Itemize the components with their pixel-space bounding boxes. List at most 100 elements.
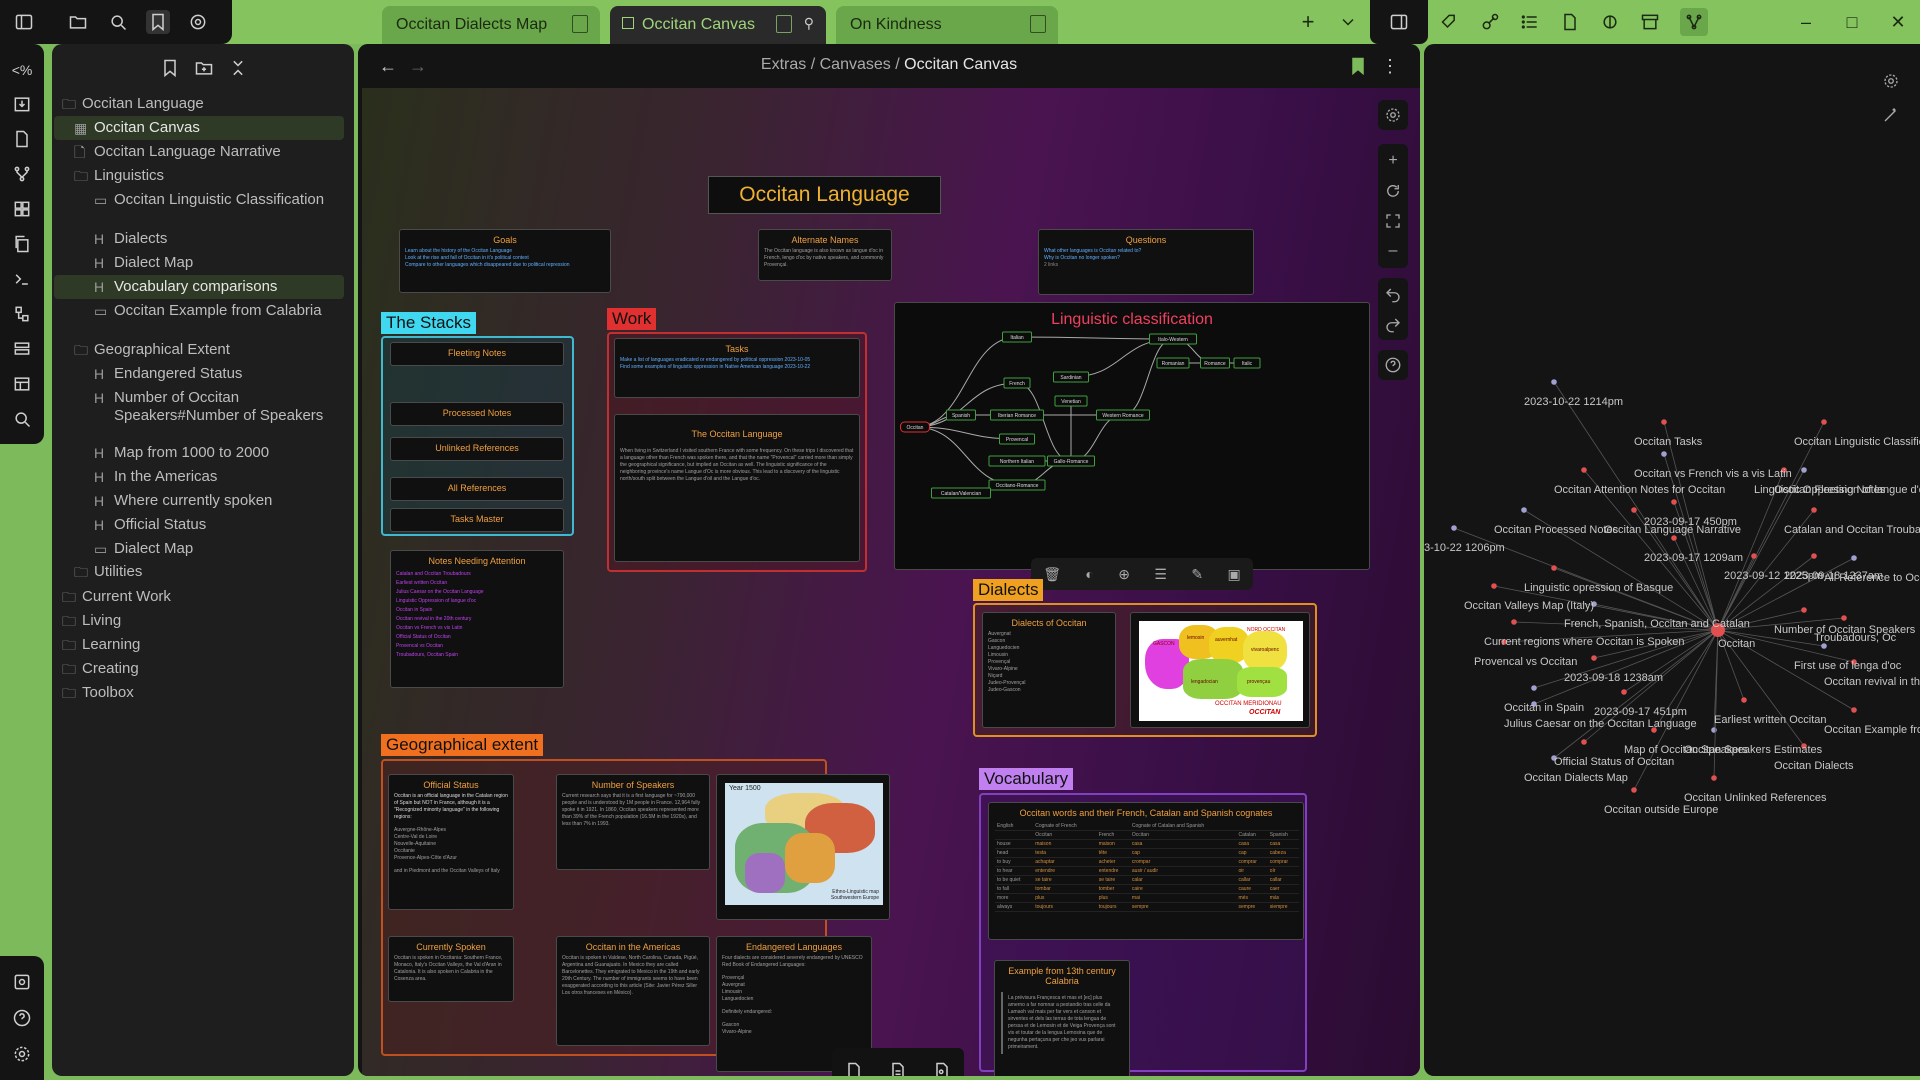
outgoing-links-icon[interactable]	[1598, 10, 1622, 34]
more-options-icon[interactable]: ⋮	[1378, 54, 1402, 78]
geographical-extent-group-label[interactable]: Geographical extent	[381, 734, 543, 756]
graph-node[interactable]	[1551, 565, 1557, 571]
graph-node-label[interactable]: Occitan	[1718, 638, 1755, 650]
tasks-card[interactable]: Tasks Make a list of languages eradicate…	[614, 338, 860, 398]
dialect-map-card[interactable]: GASCON lemosin auvernhat NORD OCCITAN vi…	[1130, 612, 1310, 728]
graph-node[interactable]	[1671, 535, 1677, 541]
git-icon[interactable]	[10, 162, 34, 186]
graph-node-label[interactable]: Provencal vs Occitan	[1474, 656, 1577, 668]
graph-node-label[interactable]: Catalan and Occitan Troubad	[1784, 524, 1920, 536]
graph-node-label[interactable]: Occitan Example from Calab	[1824, 724, 1920, 736]
graph-node[interactable]	[1661, 419, 1667, 425]
sidebar-item[interactable]: 🗀Geographical Extent	[54, 338, 344, 362]
canvas-title-card[interactable]: Occitan Language	[708, 176, 941, 214]
graph-node[interactable]	[1711, 727, 1717, 733]
graph-node[interactable]	[1801, 467, 1807, 473]
graph-node[interactable]	[1631, 787, 1637, 793]
graph-node[interactable]	[1851, 707, 1857, 713]
bookmark-icon[interactable]	[146, 10, 170, 34]
graph-node-label[interactable]: Current regions where Occitan is Spoken	[1484, 636, 1685, 648]
search-icon[interactable]	[10, 407, 34, 431]
graph-node[interactable]	[1841, 615, 1847, 621]
graph-node-label[interactable]: French, Spanish, Occitan and Catalan	[1564, 618, 1750, 630]
graph-node[interactable]	[1671, 499, 1677, 505]
sidebar-item[interactable]: 🗀Toolbox	[54, 681, 344, 705]
attention-item[interactable]: Earliest written Occitan	[396, 580, 558, 587]
graph-node[interactable]	[1741, 697, 1747, 703]
folder-icon[interactable]	[66, 10, 90, 34]
graph-node[interactable]	[1511, 619, 1517, 625]
graph-node[interactable]	[1821, 643, 1827, 649]
tab-on-kindness[interactable]: On Kindness	[836, 6, 1058, 44]
graph-node-label[interactable]: Occitan outside Europe	[1604, 804, 1718, 816]
code-icon[interactable]: <%	[10, 58, 34, 82]
graph-node-label[interactable]: Occitan Speakers Estimates	[1684, 744, 1822, 756]
graph-node-label[interactable]: Occitan Valleys Map (Italy)	[1464, 600, 1594, 612]
graph-node[interactable]	[1821, 419, 1827, 425]
breadcrumb-current[interactable]: Occitan Canvas	[904, 56, 1017, 73]
image-icon[interactable]: ▣	[1228, 566, 1241, 583]
graph-node-label[interactable]: Occitan vs French vis a vis Latin	[1634, 468, 1792, 480]
sidebar-item[interactable]: ▭Dialect Map	[54, 537, 344, 561]
edit-icon[interactable]: ✎	[1191, 566, 1203, 583]
sidebar-item[interactable]: HEndangered Status	[54, 362, 344, 386]
graph-animate-icon[interactable]	[1876, 100, 1906, 130]
graph-node-label[interactable]: 3-10-22 1206pm	[1424, 542, 1505, 554]
table-icon[interactable]	[10, 372, 34, 396]
zoom-in-icon[interactable]: +	[1378, 146, 1408, 176]
stack-card[interactable]: Unlinked References	[390, 437, 564, 461]
tab-occitan-canvas[interactable]: Occitan Canvas ⚲	[610, 6, 826, 44]
new-tab-icon[interactable]: +	[1296, 10, 1320, 34]
graph-node[interactable]	[1581, 467, 1587, 473]
graph-node-label[interactable]: Occitan in Spain	[1504, 702, 1584, 714]
graph-node-label[interactable]: Occitan revival in the 20th	[1824, 676, 1920, 688]
historical-map-card[interactable]: Year 1500 Ethno-Linguistic map Southwest…	[716, 774, 890, 920]
graph-node[interactable]	[1531, 685, 1537, 691]
sidebar-item[interactable]: HDialects	[54, 227, 344, 251]
graph-node[interactable]	[1521, 507, 1527, 513]
work-group-label[interactable]: Work	[607, 308, 656, 330]
maximize-icon[interactable]: □	[1840, 10, 1864, 34]
sidebar-item[interactable]: HNumber of Occitan Speakers#Number of Sp…	[54, 386, 344, 428]
graph-node-label[interactable]: 2023-09-18 1238am	[1564, 672, 1663, 684]
graph-node-label[interactable]: Earliest written Occitan	[1714, 714, 1826, 726]
sidebar-toggle-icon[interactable]	[12, 10, 36, 34]
questions-card[interactable]: Questions What other languages is Occita…	[1038, 229, 1254, 295]
attention-item[interactable]: Occitan revival in the 20th century	[396, 616, 558, 623]
attention-item[interactable]: Provencal vs Occitan	[396, 643, 558, 650]
search-icon[interactable]	[106, 10, 130, 34]
right-sidebar-toggle-icon[interactable]	[1387, 10, 1411, 34]
file-icon[interactable]	[1558, 10, 1582, 34]
bookmark-icon[interactable]	[1346, 54, 1370, 78]
sidebar-item[interactable]: 🗀Creating	[54, 657, 344, 681]
graph-node-label[interactable]: First use of lenga d'oc	[1794, 660, 1901, 672]
graph-icon[interactable]	[186, 10, 210, 34]
minimize-icon[interactable]: –	[1794, 10, 1818, 34]
sidebar-item[interactable]: 🗋Occitan Language Narrative	[54, 140, 344, 164]
attention-item[interactable]: Julius Caesar on the Occitan Language	[396, 589, 558, 596]
attention-item[interactable]: Occitan in Spain	[396, 607, 558, 614]
dialects-list-card[interactable]: Dialects of Occitan AuvergnatGasconLangu…	[982, 612, 1116, 728]
graph-node-label[interactable]: Troubadours, Oc	[1814, 632, 1896, 644]
stack-card[interactable]: Processed Notes	[390, 402, 564, 426]
sidebar-item[interactable]: 🗀Occitan Language	[54, 92, 344, 116]
attention-item[interactable]: Official Status of Occitan	[396, 634, 558, 641]
close-icon[interactable]: ✕	[1886, 10, 1910, 34]
vault-icon[interactable]	[10, 970, 34, 994]
trash-icon[interactable]: 🗑	[1043, 566, 1061, 583]
settings-icon[interactable]	[10, 1042, 34, 1066]
sidebar-item[interactable]: 🗀Learning	[54, 633, 344, 657]
goals-card[interactable]: Goals Learn about the history of the Occ…	[399, 229, 611, 293]
attention-item[interactable]: Occitan vs French vs vis Latin	[396, 625, 558, 632]
new-folder-icon[interactable]	[192, 56, 216, 80]
copy-icon[interactable]	[10, 232, 34, 256]
zoom-to-selection-icon[interactable]: ⊕	[1118, 566, 1130, 583]
stacks-group[interactable]	[381, 336, 574, 536]
graph-node[interactable]	[1851, 555, 1857, 561]
graph-settings-icon[interactable]	[1876, 66, 1906, 96]
sidebar-item[interactable]: HOfficial Status	[54, 513, 344, 537]
notes-attention-card[interactable]: Notes Needing Attention Catalan and Occi…	[390, 550, 564, 688]
canvas-area[interactable]: Occitan Language Goals Learn about the h…	[362, 88, 1420, 1076]
fit-to-screen-icon[interactable]	[1378, 206, 1408, 236]
terminal-icon[interactable]	[10, 267, 34, 291]
